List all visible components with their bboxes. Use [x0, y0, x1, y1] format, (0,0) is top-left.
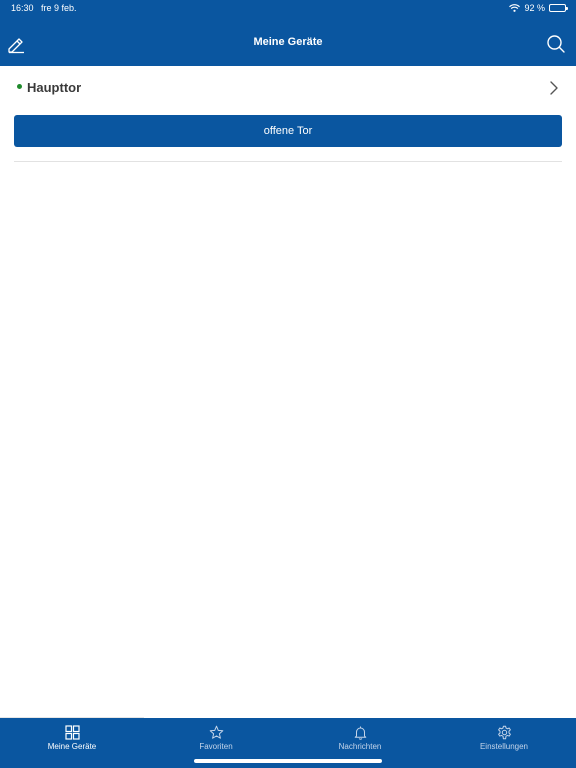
tab-label: Meine Geräte [47, 742, 97, 751]
device-row-haupttor[interactable]: Haupttor [0, 66, 576, 112]
tab-meine-geraete[interactable]: Meine Geräte [0, 718, 144, 768]
battery-icon [549, 4, 568, 12]
search-button[interactable] [546, 34, 566, 54]
grid-icon [64, 725, 80, 740]
device-name: Haupttor [27, 80, 82, 95]
chevron-right-icon [550, 81, 558, 95]
tab-einstellungen[interactable]: Einstellungen [432, 718, 576, 768]
online-status-dot [17, 84, 22, 89]
gear-icon [497, 725, 511, 740]
wifi-icon [509, 4, 521, 12]
open-gate-button[interactable]: offene Tor [14, 115, 562, 147]
status-right: 92 % [509, 3, 568, 13]
search-icon [547, 35, 565, 53]
status-time: 16:30 [11, 3, 34, 13]
home-indicator [194, 759, 382, 763]
star-icon [209, 725, 223, 739]
bell-icon [354, 726, 366, 740]
status-bar: 16:30 fre 9 feb. 92 % [0, 0, 576, 16]
tab-label: Favoriten [199, 742, 233, 751]
battery-percent: 92 % [524, 3, 545, 13]
tab-label: Nachrichten [338, 742, 382, 751]
status-date: fre 9 feb. [41, 3, 77, 13]
divider [14, 161, 562, 162]
navigation-bar: 16:30 fre 9 feb. 92 % Meine Geräte [0, 0, 576, 66]
page-title: Meine Geräte [253, 36, 323, 48]
tab-label: Einstellungen [479, 742, 529, 751]
